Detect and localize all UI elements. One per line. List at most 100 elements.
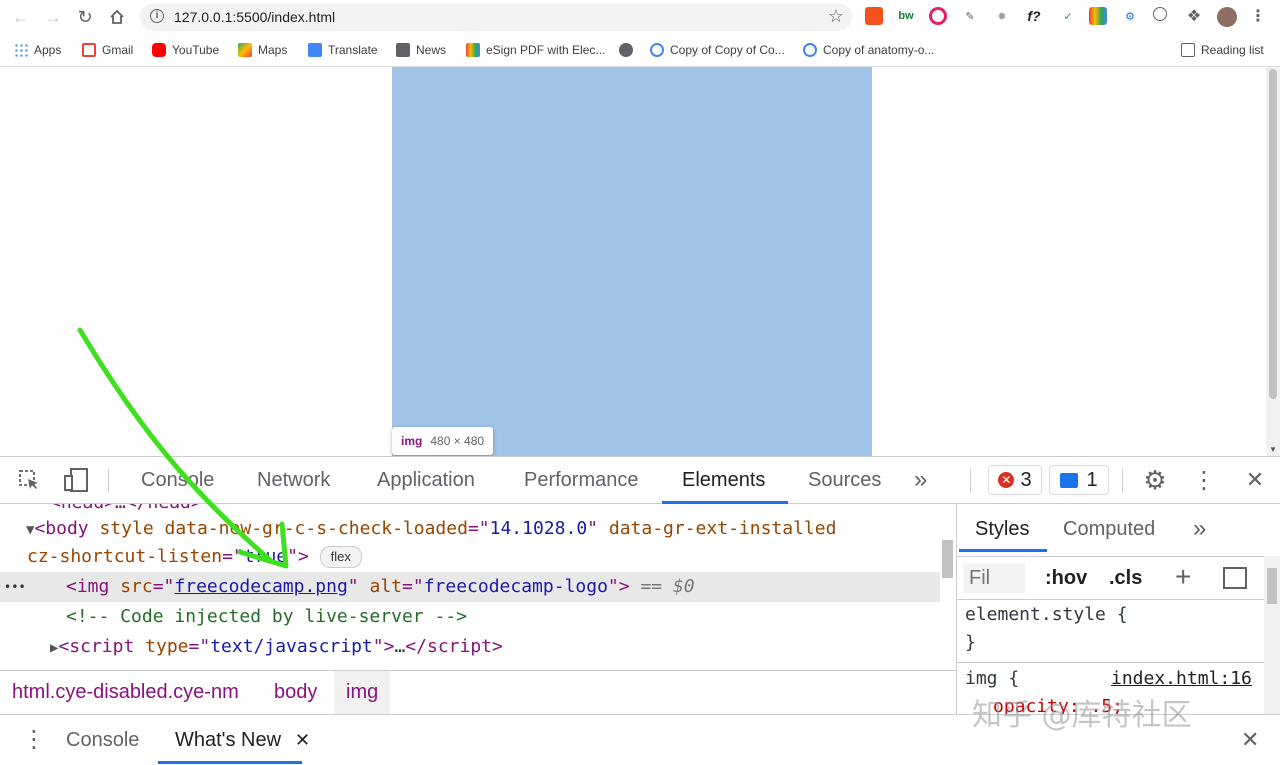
- error-count-badge[interactable]: ✕ 3: [988, 465, 1042, 495]
- elements-scrollbar-thumb[interactable]: [942, 540, 953, 578]
- styles-filter-input[interactable]: [963, 563, 1025, 593]
- extension-icon-10[interactable]: [1153, 7, 1167, 21]
- inspect-element-icon[interactable]: [14, 466, 44, 494]
- element-style-close: }: [965, 632, 976, 653]
- tab-styles[interactable]: Styles: [975, 504, 1029, 552]
- dom-line-dots[interactable]: •••: [4, 572, 26, 602]
- bookmark-esign[interactable]: eSign PDF with Elec...: [466, 40, 605, 60]
- drawer-tab-console[interactable]: Console: [66, 715, 139, 765]
- home-icon[interactable]: [105, 5, 129, 29]
- tab-elements[interactable]: Elements: [682, 457, 765, 503]
- bookmark-star-icon[interactable]: ☆: [828, 6, 844, 27]
- bookmark-maps[interactable]: Maps: [238, 40, 287, 60]
- extension-icon-6[interactable]: f?: [1025, 7, 1043, 25]
- breadcrumb-body[interactable]: body: [262, 671, 329, 714]
- tab-sources[interactable]: Sources: [808, 457, 881, 503]
- dom-line-body-cont[interactable]: cz-shortcut-listen="true"> flex: [0, 542, 940, 572]
- breadcrumb: html.cye-disabled.cye-nm body img: [0, 670, 956, 714]
- new-style-rule-icon[interactable]: +: [1175, 561, 1191, 593]
- browser-toolbar: ← → ↻ i 127.0.0.1:5500/index.html ☆ bw ✎…: [0, 0, 1280, 34]
- page-scrollbar-thumb[interactable]: [1269, 69, 1277, 399]
- extension-icon-2[interactable]: bw: [897, 7, 915, 25]
- opacity-declaration[interactable]: opacity: .5;: [993, 696, 1123, 714]
- scroll-down-arrow-icon[interactable]: ▼: [1269, 445, 1277, 454]
- reload-icon[interactable]: ↻: [73, 5, 97, 29]
- close-devtools-icon[interactable]: ✕: [1240, 466, 1270, 494]
- styles-tab-indicator: [959, 549, 1047, 552]
- styles-pane: Styles Computed » :hov .cls + element.st…: [956, 504, 1280, 714]
- drawer-menu-icon[interactable]: ⋮: [22, 715, 46, 765]
- breadcrumb-html[interactable]: html.cye-disabled.cye-nm: [0, 671, 251, 714]
- extension-icon-3[interactable]: [929, 7, 947, 25]
- elements-scrollbar[interactable]: [940, 504, 956, 670]
- divider: [108, 469, 109, 493]
- devtools-tab-bar: Console Network Application Performance …: [0, 456, 1280, 504]
- message-icon: [1060, 472, 1079, 488]
- extension-icon-5[interactable]: ✹: [993, 7, 1011, 25]
- translate-icon: [308, 43, 322, 57]
- style-source-link[interactable]: index.html:16: [1111, 668, 1252, 689]
- cls-toggle[interactable]: .cls: [1109, 567, 1142, 590]
- elements-dom-tree: <head>…</head> ▼<body style data-new-gr-…: [0, 504, 940, 670]
- news-icon: [396, 43, 410, 57]
- extension-icon-7[interactable]: ✓: [1059, 7, 1077, 25]
- more-tabs-icon[interactable]: »: [914, 457, 927, 503]
- dom-line-body[interactable]: ▼<body style data-new-gr-c-s-check-loade…: [0, 514, 940, 544]
- toggle-sidebar-icon[interactable]: [1223, 567, 1247, 589]
- reading-list[interactable]: Reading list: [1181, 40, 1264, 60]
- bookmark-apps[interactable]: Apps: [14, 40, 61, 60]
- bookmark-copy-1[interactable]: Copy of Copy of Co...: [650, 40, 785, 60]
- device-toolbar-icon[interactable]: [60, 466, 92, 494]
- dom-line-script[interactable]: ▶<script type="text/javascript">…</scrip…: [0, 632, 940, 662]
- styles-scrollbar[interactable]: [1264, 556, 1280, 714]
- bookmark-globe[interactable]: [619, 40, 639, 60]
- extension-icon-8[interactable]: [1089, 7, 1107, 25]
- img-style-selector[interactable]: img {: [965, 668, 1019, 689]
- divider: [1122, 469, 1123, 493]
- copy-doc-icon: [650, 43, 664, 57]
- extensions-puzzle-icon[interactable]: ❖: [1185, 7, 1203, 25]
- forward-icon[interactable]: →: [41, 5, 65, 29]
- error-icon: ✕: [998, 472, 1015, 488]
- tab-network[interactable]: Network: [257, 457, 330, 503]
- styles-toolbar: :hov .cls +: [957, 556, 1280, 600]
- extension-icon-1[interactable]: [865, 7, 883, 25]
- tab-application[interactable]: Application: [377, 457, 475, 503]
- hov-toggle[interactable]: :hov: [1045, 567, 1087, 590]
- dom-line-comment[interactable]: <!-- Code injected by live-server -->: [0, 602, 940, 632]
- close-tab-icon[interactable]: ✕: [295, 715, 310, 765]
- gmail-icon: [82, 43, 96, 57]
- flex-badge[interactable]: flex: [319, 546, 362, 568]
- address-bar[interactable]: i 127.0.0.1:5500/index.html ☆: [140, 3, 852, 31]
- message-count-badge[interactable]: 1: [1049, 465, 1109, 495]
- inspected-image-highlight[interactable]: [392, 67, 872, 456]
- bookmark-gmail[interactable]: Gmail: [82, 40, 133, 60]
- settings-gear-icon[interactable]: ⚙: [1140, 465, 1170, 495]
- bookmark-translate[interactable]: Translate: [308, 40, 378, 60]
- copy-doc-icon: [803, 43, 817, 57]
- img-src-link[interactable]: freecodecamp.png: [174, 576, 347, 597]
- close-drawer-icon[interactable]: ✕: [1241, 715, 1259, 765]
- more-style-tabs-icon[interactable]: »: [1193, 504, 1206, 552]
- extension-icon-9[interactable]: ⚙: [1121, 7, 1139, 25]
- site-info-icon[interactable]: i: [150, 9, 164, 23]
- bookmarks-bar: Apps Gmail YouTube Maps Translate News e…: [0, 34, 1280, 67]
- bookmark-copy-2[interactable]: Copy of anatomy-o...: [803, 40, 934, 60]
- back-icon[interactable]: ←: [9, 5, 33, 29]
- tab-console[interactable]: Console: [141, 457, 214, 503]
- bookmark-youtube[interactable]: YouTube: [152, 40, 219, 60]
- chrome-menu-icon[interactable]: ⋮: [1249, 7, 1267, 25]
- eyedropper-icon[interactable]: ✎: [961, 7, 979, 25]
- styles-scrollbar-thumb[interactable]: [1267, 568, 1277, 604]
- bookmark-news[interactable]: News: [396, 40, 446, 60]
- devtools-menu-icon[interactable]: ⋮: [1190, 466, 1218, 494]
- inspect-tooltip: img 480 × 480: [392, 427, 494, 455]
- dom-line-img-selected[interactable]: ••• <img src="freecodecamp.png" alt="fre…: [0, 572, 940, 602]
- element-style-rule[interactable]: element.style {: [965, 604, 1128, 625]
- tab-computed[interactable]: Computed: [1063, 504, 1155, 552]
- drawer-tab-whats-new[interactable]: What's New: [175, 715, 281, 765]
- page-scrollbar[interactable]: ▼: [1266, 67, 1280, 456]
- breadcrumb-img[interactable]: img: [334, 671, 391, 714]
- tab-performance[interactable]: Performance: [524, 457, 639, 503]
- profile-avatar[interactable]: [1217, 7, 1237, 27]
